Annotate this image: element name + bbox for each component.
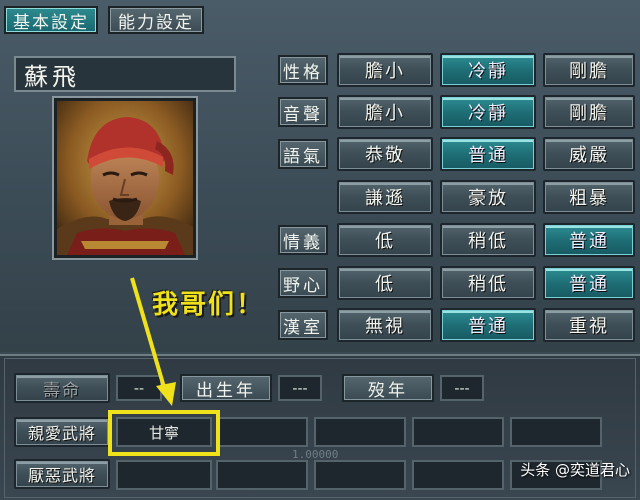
watermark: 头条 @奕道君心 bbox=[520, 461, 630, 479]
annotation-callout: 我哥们！ bbox=[152, 290, 265, 320]
annotation-arrow bbox=[130, 277, 176, 406]
